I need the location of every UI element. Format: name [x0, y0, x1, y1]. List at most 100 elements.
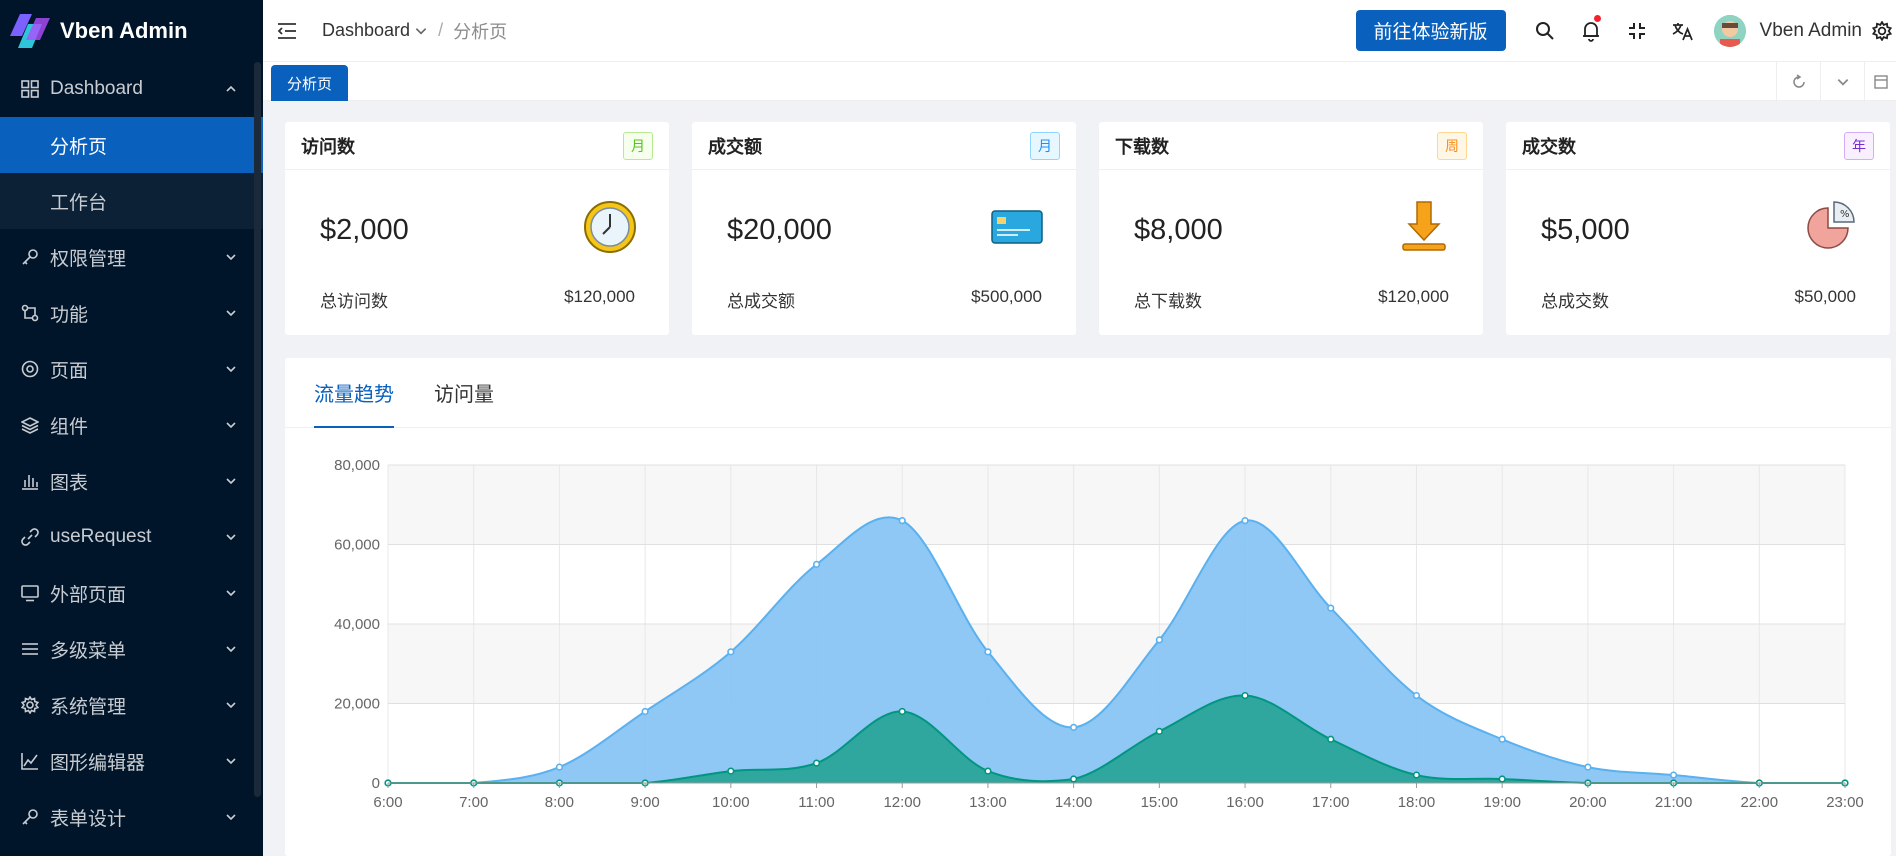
avatar [1713, 14, 1746, 47]
x-tick-label: 8:00 [545, 794, 574, 811]
x-tick-label: 12:00 [883, 794, 921, 811]
user-dropdown[interactable]: Vben Admin [1713, 14, 1862, 47]
sidebar: Vben Admin Dashboard 分析页 工作台 权限管理 功能 页面 … [0, 0, 263, 856]
card-value: $5,000 [1541, 214, 1630, 246]
card-footer: 总下载数 $120,000 [1134, 287, 1449, 312]
logo-icon [10, 13, 50, 48]
card-footer: 总成交数 $50,000 [1541, 287, 1856, 312]
chevron-down-icon [226, 310, 236, 317]
chevron-down-icon [226, 814, 236, 821]
search-icon[interactable] [1522, 0, 1568, 61]
data-point [1241, 517, 1249, 525]
data-point [641, 707, 649, 716]
card-title: 下载数 [1115, 136, 1169, 157]
period-tag: 年 [1844, 131, 1874, 160]
dashboard-submenu: 分析页 工作台 [0, 117, 263, 229]
header: Dashboard / 分析页 前往体验新版 Vben Admin [263, 0, 1896, 61]
breadcrumb: Dashboard / 分析页 [322, 18, 507, 44]
translate-icon[interactable] [1660, 0, 1706, 61]
sidebar-item-form-design[interactable]: 表单设计 [0, 789, 263, 845]
sidebar-item-label: Dashboard [50, 78, 143, 99]
sidebar-item-graph-editor[interactable]: 图形编辑器 [0, 733, 263, 789]
sidebar-item-label: 图形编辑器 [50, 752, 146, 774]
chevron-down-icon [226, 758, 236, 765]
period-tag: 月 [623, 131, 653, 160]
data-point [1327, 735, 1335, 743]
chevron-down-icon [226, 702, 236, 709]
new-version-button[interactable]: 前往体验新版 [1355, 10, 1506, 51]
chevron-down-icon[interactable] [414, 24, 428, 38]
chevron-down-icon [226, 254, 236, 261]
tab-bar: 分析页 [263, 61, 1896, 102]
x-tick-label: 14:00 [1055, 794, 1093, 811]
data-point [727, 648, 735, 656]
data-point [1498, 775, 1506, 783]
data-point [1327, 604, 1335, 612]
x-tick-label: 17:00 [1312, 794, 1350, 811]
x-tick-label: 22:00 [1741, 794, 1779, 811]
sidebar-item-workbench[interactable]: 工作台 [0, 173, 263, 229]
card-value: $8,000 [1134, 214, 1223, 246]
sidebar-item-permission[interactable]: 权限管理 [0, 229, 263, 285]
y-tick-label: 80,000 [334, 457, 380, 474]
grid-band [388, 465, 1845, 545]
chevron-down-icon [226, 590, 236, 597]
sidebar-item-dashboard[interactable]: Dashboard [0, 61, 263, 117]
card-footer-label: 总下载数 [1134, 292, 1202, 311]
chevron-down-icon [226, 366, 236, 373]
card-footer-value: $120,000 [1378, 287, 1449, 306]
menu-icon [20, 639, 40, 659]
grid-band [388, 544, 1845, 624]
sidebar-item-charts[interactable]: 图表 [0, 453, 263, 509]
card-footer-label: 总访问数 [320, 292, 388, 311]
page-icon [20, 359, 40, 379]
card-footer: 总访问数 $120,000 [320, 287, 635, 312]
data-point [898, 517, 906, 525]
x-tick-label: 6:00 [373, 794, 402, 811]
tab-traffic-trend[interactable]: 流量趋势 [314, 378, 394, 428]
x-tick-label: 9:00 [631, 794, 660, 811]
x-tick-label: 21:00 [1655, 794, 1693, 811]
logo[interactable]: Vben Admin [0, 0, 263, 61]
sidebar-item-system[interactable]: 系统管理 [0, 677, 263, 733]
settings-gear-icon[interactable] [1872, 0, 1896, 61]
chevron-down-icon [226, 422, 236, 429]
sidebar-scrollbar[interactable] [254, 62, 261, 797]
sidebar-item-external[interactable]: 外部页面 [0, 565, 263, 621]
card-footer-value: $50,000 [1794, 287, 1856, 306]
data-point [1412, 771, 1421, 779]
tab-analysis[interactable]: 分析页 [271, 65, 349, 101]
stat-card-visits: 访问数 月 $2,000 总访问数 $120,000 [285, 122, 669, 335]
monitor-icon [20, 583, 40, 603]
settings-icon [20, 695, 40, 715]
sidebar-item-function[interactable]: 功能 [0, 285, 263, 341]
sidebar-item-analysis[interactable]: 分析页 [0, 117, 263, 173]
sidebar-item-label: 多级菜单 [50, 640, 127, 662]
fullscreen-icon[interactable] [1614, 0, 1660, 61]
data-point [1241, 691, 1249, 700]
data-point [1669, 771, 1678, 779]
data-point [984, 767, 992, 775]
download-icon [1397, 200, 1451, 254]
period-tag: 月 [1030, 131, 1060, 160]
expand-icon[interactable] [1864, 62, 1896, 102]
bell-icon[interactable] [1568, 0, 1614, 61]
menu-fold-icon[interactable] [276, 20, 298, 42]
sidebar-item-multilevel[interactable]: 多级菜单 [0, 621, 263, 677]
app-title: Vben Admin [60, 17, 188, 43]
breadcrumb-dashboard[interactable]: Dashboard [322, 20, 410, 41]
sidebar-item-label: 系统管理 [50, 696, 127, 718]
sidebar-item-label: 图表 [50, 472, 89, 494]
data-point [1584, 763, 1592, 771]
refresh-icon[interactable] [1776, 62, 1820, 102]
sidebar-item-userequest[interactable]: useRequest [0, 509, 263, 565]
x-tick-label: 13:00 [969, 794, 1007, 811]
sidebar-item-page[interactable]: 页面 [0, 341, 263, 397]
data-point [1155, 727, 1163, 735]
chevron-down-icon[interactable] [1820, 62, 1864, 102]
card-footer-label: 总成交额 [727, 292, 795, 311]
tab-visits[interactable]: 访问量 [434, 378, 494, 427]
tab-tools [1776, 62, 1896, 102]
data-point [1498, 735, 1506, 743]
sidebar-item-components[interactable]: 组件 [0, 397, 263, 453]
